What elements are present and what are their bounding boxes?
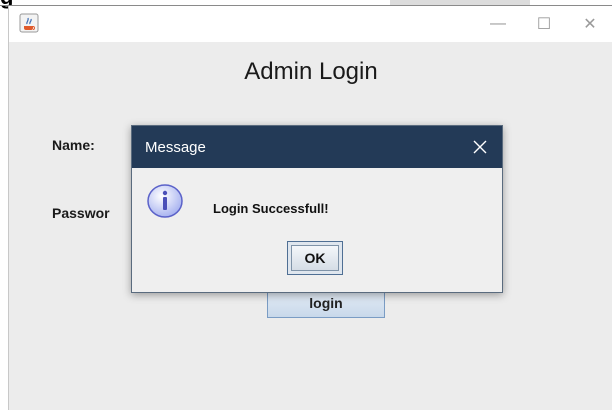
- minimize-button[interactable]: —: [475, 6, 521, 42]
- name-label: Name:: [52, 137, 95, 153]
- page-title: Admin Login: [244, 58, 378, 85]
- password-label: Passwor: [52, 205, 110, 221]
- dialog-close-icon[interactable]: [466, 133, 494, 161]
- message-dialog: Message Login Successfull! OK: [131, 125, 503, 293]
- ok-button[interactable]: OK: [287, 241, 343, 275]
- dialog-message: Login Successfull!: [213, 201, 329, 216]
- info-icon: [146, 182, 184, 220]
- maximize-button[interactable]: ☐: [521, 6, 567, 42]
- close-button[interactable]: ✕: [567, 6, 612, 42]
- ok-button-label[interactable]: OK: [291, 245, 339, 271]
- dialog-titlebar: Message: [132, 126, 502, 168]
- window-controls: — ☐ ✕: [475, 6, 612, 42]
- window-titlebar: — ☐ ✕: [9, 6, 612, 42]
- java-app-icon[interactable]: [19, 13, 39, 33]
- dialog-title: Message: [145, 139, 206, 156]
